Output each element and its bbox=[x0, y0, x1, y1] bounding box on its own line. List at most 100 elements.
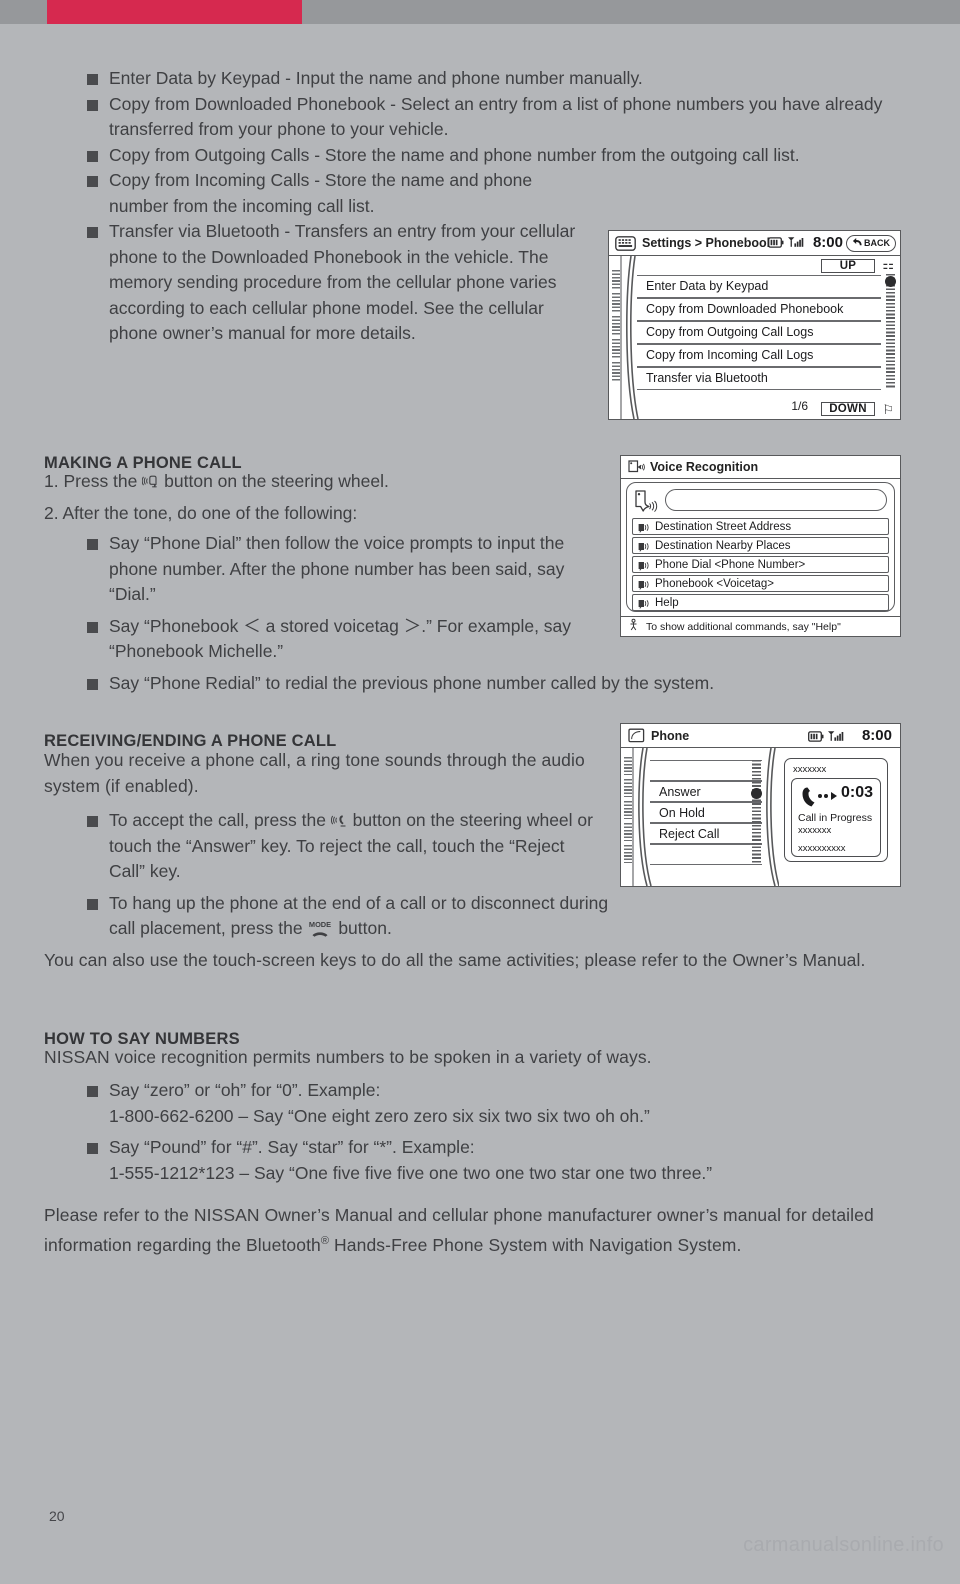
list-item-text: Say “Phonebook ＜ a stored voicetag ＞.” F… bbox=[109, 615, 572, 662]
call-info-card: xxxxxxx 0:03 Call in Progress xxxxxxx xx… bbox=[784, 758, 888, 862]
voice-hint-bar: To show additional commands, say "Help" bbox=[621, 616, 900, 636]
signal-bars-icon bbox=[827, 730, 844, 745]
menu-item-label: Enter Data by Keypad bbox=[646, 279, 769, 294]
screen-title-text: Settings > Phonebook bbox=[642, 236, 774, 250]
clock-label: 8:00 bbox=[812, 234, 843, 251]
menu-item-label: Transfer via Bluetooth bbox=[646, 371, 768, 386]
hint-icon bbox=[627, 618, 640, 636]
list-item-text: Say “Phone Dial” then follow the voice p… bbox=[109, 533, 565, 604]
voice-command-help[interactable]: Help bbox=[632, 594, 889, 611]
list-item-text: Transfer via Bluetooth - Transfers an en… bbox=[109, 221, 576, 343]
bezel-texture bbox=[611, 293, 620, 313]
list-item-text-line2: 1-800-662-6200 – Say “One eight zero zer… bbox=[109, 1105, 650, 1126]
list-item: Say “Phone Dial” then follow the voice p… bbox=[78, 531, 603, 608]
scroll-up-label: UP bbox=[839, 259, 857, 272]
bezel-texture bbox=[611, 316, 620, 336]
voice-command-destination-street-address[interactable]: Destination Street Address bbox=[632, 518, 889, 535]
chevron-up-icon[interactable]: ⚏ bbox=[882, 257, 894, 273]
list-item: Say “Pound” for “#”. Say “star” for “*”.… bbox=[78, 1135, 888, 1186]
bezel-middle-decoration bbox=[766, 748, 779, 886]
list-item-text-prefix: To accept the call, press the bbox=[109, 810, 326, 830]
svg-text:MODE: MODE bbox=[309, 920, 331, 929]
call-timer: 0:03 bbox=[840, 784, 873, 801]
bezel-texture bbox=[623, 779, 632, 797]
call-contact-number: xxxxxxxxxx bbox=[798, 843, 846, 854]
voice-command-destination-nearby-places[interactable]: Destination Nearby Places bbox=[632, 537, 889, 554]
list-item-text-suffix: button. bbox=[338, 918, 392, 938]
scrollbar-thumb[interactable] bbox=[885, 276, 896, 287]
menu-item-copy-downloaded-phonebook[interactable]: Copy from Downloaded Phonebook bbox=[637, 298, 881, 321]
steering-wheel-phone-talk-icon bbox=[330, 812, 348, 829]
list-item: Copy from Downloaded Phonebook - Select … bbox=[78, 92, 888, 143]
voice-tag-icon bbox=[638, 560, 650, 574]
bezel-texture bbox=[623, 823, 632, 841]
screen-title-bar: Voice Recognition bbox=[621, 456, 900, 479]
menu-item-label: Copy from Downloaded Phonebook bbox=[646, 302, 844, 317]
watermark: carmanualsonline.info bbox=[743, 1534, 944, 1556]
voice-hint-text: To show additional commands, say "Help" bbox=[646, 620, 841, 633]
back-button-label: BACK bbox=[864, 238, 890, 248]
back-button[interactable]: BACK bbox=[846, 234, 896, 252]
voice-recognition-icon bbox=[628, 459, 645, 475]
voice-tag-icon bbox=[638, 579, 650, 593]
scroll-down-label: DOWN bbox=[829, 403, 867, 415]
numbers-bullet-list: Say “zero” or “oh” for “0”. Example: 1-8… bbox=[78, 1078, 908, 1186]
steering-wheel-phone-talk-icon bbox=[142, 473, 159, 490]
list-item: To accept the call, press the button on … bbox=[78, 808, 603, 885]
step-2: 2. After the tone, do one of the followi… bbox=[44, 503, 358, 523]
signal-bars-icon bbox=[787, 236, 804, 251]
chevron-down-icon[interactable]: ⚐ bbox=[882, 402, 894, 418]
bezel-texture bbox=[611, 362, 620, 382]
scroll-up-button[interactable]: UP bbox=[821, 258, 875, 273]
screen-title-bar: Phone 8:00 bbox=[621, 724, 900, 748]
receiving-closing-note: You can also use the touch-screen keys t… bbox=[44, 950, 866, 970]
bezel-texture bbox=[623, 845, 632, 863]
list-item: Say “Phonebook ＜ a stored voicetag ＞.” F… bbox=[78, 614, 603, 665]
making-call-bullet-list: Say “Phone Dial” then follow the voice p… bbox=[78, 531, 714, 696]
voice-input-field[interactable] bbox=[665, 489, 887, 511]
list-item: Transfer via Bluetooth - Transfers an en… bbox=[78, 219, 578, 347]
menu-item-enter-data-by-keypad[interactable]: Enter Data by Keypad bbox=[637, 275, 881, 298]
voice-command-phone-dial[interactable]: Phone Dial <Phone Number> bbox=[632, 556, 889, 573]
list-item: Copy from Outgoing Calls - Store the nam… bbox=[78, 143, 888, 169]
menu-item-transfer-via-bluetooth[interactable]: Transfer via Bluetooth bbox=[637, 367, 881, 390]
menu-item-answer[interactable]: Answer bbox=[650, 781, 762, 802]
screen-title-text: Voice Recognition bbox=[650, 460, 759, 474]
closing-note-part2: Hands-Free Phone System with Navigation … bbox=[329, 1234, 742, 1255]
screen-content: Destination Street Address Destination N… bbox=[621, 479, 900, 636]
bezel-texture bbox=[623, 801, 632, 819]
list-item-text-line1: Say “Pound” for “#”. Say “star” for “*”.… bbox=[109, 1137, 475, 1157]
status-icons bbox=[768, 236, 804, 251]
screen-content: UP ⚏ Enter Data by Keypad Copy from Down… bbox=[609, 256, 900, 419]
phone-handset-icon bbox=[628, 728, 645, 743]
list-item-text: Enter Data by Keypad - Input the name an… bbox=[109, 68, 643, 88]
keypad-icon bbox=[615, 235, 636, 251]
menu-item-label: Answer bbox=[659, 784, 701, 799]
menu-item-copy-incoming-call-logs[interactable]: Copy from Incoming Call Logs bbox=[637, 344, 881, 367]
menu-item-label: On Hold bbox=[659, 805, 705, 820]
closing-note: Please refer to the NISSAN Owner’s Manua… bbox=[44, 1203, 889, 1258]
voice-command-label: Phone Dial <Phone Number> bbox=[655, 558, 806, 571]
screen-content: Answer On Hold Reject Call xxxxxxx 0:03 … bbox=[621, 748, 900, 886]
list-item: Say “Phone Redial” to redial the previou… bbox=[78, 671, 838, 697]
page-header-bar bbox=[0, 0, 960, 24]
page-number: 20 bbox=[49, 1508, 65, 1524]
active-call-panel: 0:03 Call in Progress xxxxxxx xxxxxxxxxx bbox=[791, 778, 881, 857]
voice-command-phonebook-voicetag[interactable]: Phonebook <Voicetag> bbox=[632, 575, 889, 592]
menu-item-reject-call[interactable]: Reject Call bbox=[650, 823, 762, 844]
step-1-suffix: button on the steering wheel. bbox=[164, 471, 389, 491]
list-item-text: Say “Phone Redial” to redial the previou… bbox=[109, 672, 715, 693]
menu-item-label: Reject Call bbox=[659, 826, 720, 841]
call-contact-name: xxxxxxx bbox=[798, 825, 832, 836]
scrollbar-track[interactable] bbox=[886, 274, 895, 389]
menu-item-copy-outgoing-call-logs[interactable]: Copy from Outgoing Call Logs bbox=[637, 321, 881, 344]
menu-item-on-hold[interactable]: On Hold bbox=[650, 802, 762, 823]
page-indicator: 1/6 bbox=[791, 399, 808, 413]
scroll-down-button[interactable]: DOWN bbox=[821, 402, 875, 416]
step-1-prefix: 1. Press the bbox=[44, 471, 138, 491]
list-item-text: Copy from Downloaded Phonebook - Select … bbox=[109, 93, 883, 140]
bezel-texture bbox=[611, 339, 620, 359]
status-icons bbox=[808, 730, 844, 745]
voice-tag-icon bbox=[638, 598, 650, 612]
battery-icon bbox=[768, 236, 784, 251]
